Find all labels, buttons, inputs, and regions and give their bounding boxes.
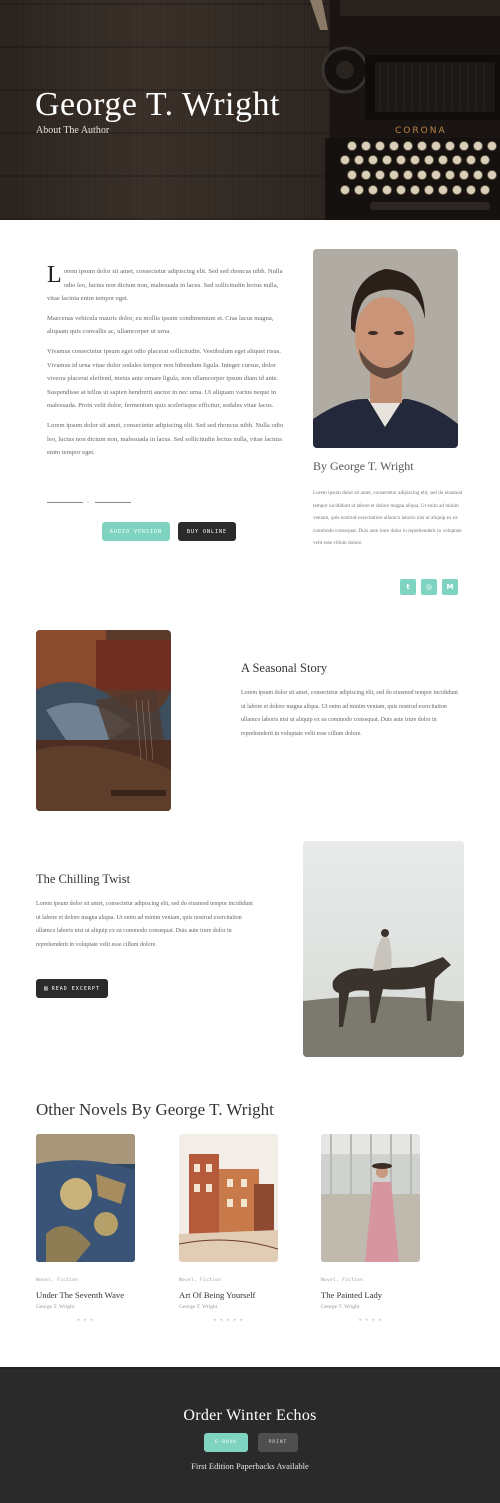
novel-rating-1: ★ ★ ★ bbox=[76, 1317, 95, 1322]
hero-title: George T. Wright bbox=[35, 86, 280, 123]
novel-rating-2: ★ ★ ★ ★ ★ bbox=[213, 1317, 244, 1322]
novel-author-1: George T. Wright bbox=[36, 1304, 75, 1310]
author-byline: By George T. Wright bbox=[313, 459, 414, 473]
about-paragraph-1: Lorem ipsum dolor sit amet, consectetur … bbox=[47, 262, 283, 303]
document-icon: ▤ bbox=[44, 985, 49, 992]
novel-cover-3[interactable] bbox=[321, 1134, 420, 1262]
read-excerpt-button[interactable]: ▤ Read Excerpt bbox=[36, 979, 108, 998]
novel-rating-3: ★ ★ ★ ★ bbox=[358, 1317, 383, 1322]
seasonal-story-artwork bbox=[36, 630, 171, 811]
seasonal-story-title: A Seasonal Story bbox=[241, 661, 328, 675]
other-novels-title: Other Novels By George T. Wright bbox=[36, 1100, 274, 1119]
novel-cover-1[interactable] bbox=[36, 1134, 135, 1262]
order-subtitle: First Edition Paperbacks Available bbox=[191, 1461, 309, 1471]
audio-version-button[interactable]: Audio Version bbox=[102, 522, 170, 541]
twist-title: The Chilling Twist bbox=[36, 872, 131, 886]
buy-online-button[interactable]: Buy Online bbox=[178, 522, 236, 541]
horse-rider-photo bbox=[303, 841, 464, 1057]
dropcap: L bbox=[47, 262, 62, 288]
order-title: Order Winter Echos bbox=[183, 1407, 317, 1424]
novel-genre-3: Novel, Fiction bbox=[321, 1278, 364, 1283]
novel-title-1[interactable]: Under The Seventh Wave bbox=[36, 1290, 124, 1300]
novel-title-2[interactable]: Art Of Being Yourself bbox=[179, 1290, 255, 1300]
typewriter-image: CORONA bbox=[310, 0, 500, 220]
novel-title-3[interactable]: The Painted Lady bbox=[321, 1290, 382, 1300]
medium-icon[interactable]: M bbox=[442, 579, 458, 595]
ebook-button[interactable]: E-Book bbox=[204, 1433, 248, 1452]
novel-author-3: George T. Wright bbox=[321, 1304, 360, 1310]
about-paragraph-2: Maecenas vehicula mauris dolor, eu molli… bbox=[47, 314, 274, 336]
hero-banner: CORONA George T. Wright About The Author bbox=[0, 0, 500, 220]
novel-author-2: George T. Wright bbox=[179, 1304, 218, 1310]
author-bio: Lorem ipsum dolor sit amet, consectetur … bbox=[313, 490, 463, 547]
about-text: Lorem ipsum dolor sit amet, consectetur … bbox=[47, 262, 291, 466]
seasonal-story-text: Lorem ipsum dolor sit amet, consectetur … bbox=[241, 690, 458, 737]
about-paragraph-3: Vivamus consectetur ipsum eget odio plac… bbox=[47, 347, 281, 410]
about-paragraph-4: Lorem ipsum dolor sit amet, consectetur … bbox=[47, 421, 284, 457]
order-footer: Order Winter Echos First Edition Paperba… bbox=[0, 1367, 500, 1503]
hero-subtitle: About The Author bbox=[36, 125, 110, 136]
twist-text: Lorem ipsum dolor sit amet, consectetur … bbox=[36, 901, 253, 948]
section-divider: ◦ bbox=[47, 500, 133, 506]
svg-text:CORONA: CORONA bbox=[395, 126, 447, 136]
dribbble-icon[interactable]: ◎ bbox=[421, 579, 437, 595]
read-excerpt-label: Read Excerpt bbox=[51, 985, 100, 992]
novel-genre-2: Novel, Fiction bbox=[179, 1278, 222, 1283]
author-portrait bbox=[313, 249, 458, 448]
novel-cover-2[interactable] bbox=[179, 1134, 278, 1262]
twitter-icon[interactable]: t bbox=[400, 579, 416, 595]
print-button[interactable]: Print bbox=[258, 1433, 298, 1452]
novel-genre-1: Novel, Fiction bbox=[36, 1278, 79, 1283]
